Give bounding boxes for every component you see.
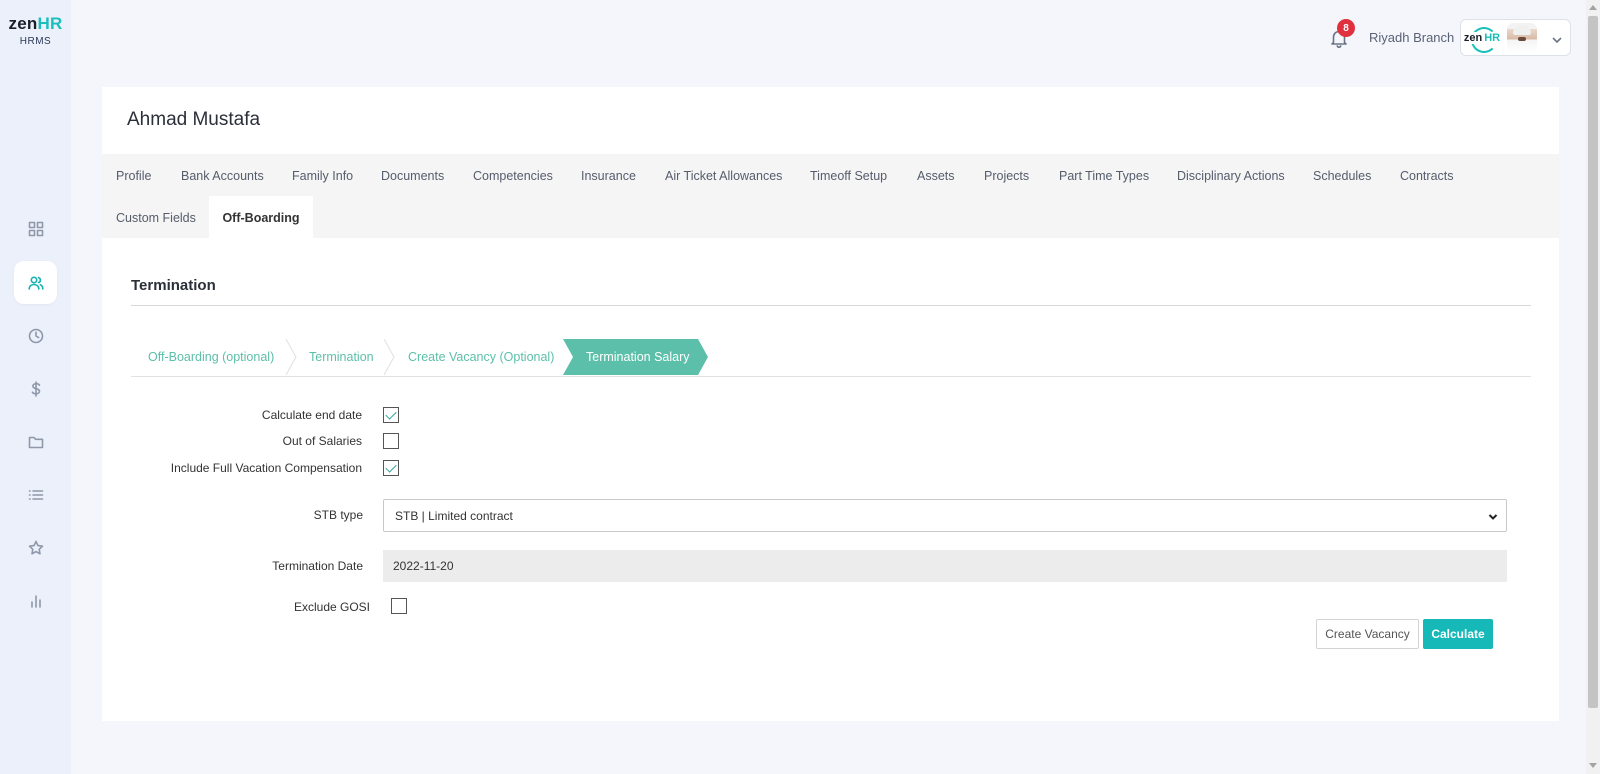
tab-off-boarding[interactable]: Off-Boarding [209, 196, 313, 238]
calculate-end-date-checkbox[interactable] [383, 407, 399, 423]
star-icon [28, 540, 43, 555]
tab-documents[interactable]: Documents [381, 169, 444, 183]
stb-type-value: STB | Limited contract [395, 508, 513, 523]
tab-air-ticket-allowances[interactable]: Air Ticket Allowances [665, 169, 782, 183]
tab-competencies[interactable]: Competencies [473, 169, 553, 183]
dollar-icon [31, 380, 40, 397]
sidebar-item-payroll[interactable] [14, 367, 57, 410]
company-logo-accent: HR [1483, 31, 1502, 44]
wizard-step-off-boarding[interactable]: Off-Boarding (optional) [148, 339, 274, 375]
sidebar-item-favorites[interactable] [14, 526, 57, 569]
wizard-step-create-vacancy[interactable]: Create Vacancy (Optional) [408, 339, 554, 375]
avatar [1507, 22, 1537, 53]
offboarding-wizard: Off-Boarding (optional) Termination Crea… [131, 338, 1531, 376]
chevron-down-icon [1488, 511, 1498, 521]
create-vacancy-button[interactable]: Create Vacancy [1316, 619, 1419, 649]
users-icon [27, 275, 44, 290]
folder-icon [28, 436, 43, 448]
out-of-salaries-checkbox[interactable] [383, 433, 399, 449]
include-full-vacation-label: Include Full Vacation Compensation [170, 461, 362, 475]
scrollbar-thumb[interactable] [1588, 16, 1598, 708]
scroll-down-arrow-icon[interactable] [1589, 763, 1597, 768]
dashboard-icon [28, 221, 43, 236]
chevron-down-icon [1551, 33, 1562, 43]
tab-family-info[interactable]: Family Info [292, 169, 353, 183]
page-scrollbar[interactable] [1586, 0, 1600, 774]
brand-logo[interactable]: zenHR HRMS [0, 14, 71, 47]
section-title: Termination [131, 277, 216, 294]
calculate-end-date-label: Calculate end date [261, 408, 362, 422]
sidebar-item-documents[interactable] [14, 420, 57, 463]
wizard-step-termination[interactable]: Termination [309, 339, 374, 375]
bar-chart-icon [30, 594, 41, 608]
section-divider [131, 305, 1531, 306]
scroll-up-arrow-icon[interactable] [1589, 5, 1597, 10]
calculate-button[interactable]: Calculate [1423, 619, 1493, 649]
employee-card: Ahmad Mustafa Profile Bank Accounts Fami… [102, 87, 1559, 721]
tab-timeoff-setup[interactable]: Timeoff Setup [810, 169, 887, 183]
notification-badge: 8 [1337, 19, 1355, 37]
clock-icon [28, 328, 43, 343]
tab-part-time-types[interactable]: Part Time Types [1059, 169, 1149, 183]
exclude-gosi-checkbox[interactable] [391, 598, 407, 614]
wizard-step-termination-salary[interactable]: Termination Salary [563, 339, 708, 375]
sidebar-item-employees[interactable] [14, 261, 57, 304]
tab-disciplinary-actions[interactable]: Disciplinary Actions [1177, 169, 1285, 183]
tab-projects[interactable]: Projects [984, 169, 1029, 183]
employee-name: Ahmad Mustafa [127, 109, 261, 130]
tab-custom-fields[interactable]: Custom Fields [116, 211, 196, 225]
sidebar-item-lists[interactable] [14, 473, 57, 516]
tab-insurance[interactable]: Insurance [581, 169, 636, 183]
sidebar-item-attendance[interactable] [14, 314, 57, 357]
tab-contracts[interactable]: Contracts [1400, 169, 1454, 183]
include-full-vacation-checkbox[interactable] [383, 460, 399, 476]
logo-word-accent: HR [37, 14, 63, 33]
branch-name[interactable]: Riyadh Branch [1369, 30, 1454, 45]
wizard-separator [383, 338, 395, 376]
tab-assets[interactable]: Assets [917, 169, 955, 183]
tab-profile[interactable]: Profile [116, 169, 151, 183]
wizard-separator [285, 338, 297, 376]
logo-subtitle: HRMS [19, 36, 52, 47]
logo-word-main: zen [8, 14, 38, 33]
company-logo: zen HR [1461, 25, 1503, 53]
exclude-gosi-label: Exclude GOSI [293, 600, 370, 614]
tab-schedules[interactable]: Schedules [1313, 169, 1371, 183]
sidebar-item-reports[interactable] [14, 579, 57, 622]
employee-tabs: Profile Bank Accounts Family Info Docume… [102, 154, 1559, 238]
stb-type-label: STB type [313, 508, 363, 522]
tab-bank-accounts[interactable]: Bank Accounts [181, 169, 264, 183]
termination-date-field[interactable]: 2022-11-20 [383, 550, 1507, 582]
sidebar-item-dashboard[interactable] [14, 207, 57, 250]
stb-type-select[interactable]: STB | Limited contract [383, 499, 1507, 532]
sidebar: zenHR HRMS [0, 0, 71, 774]
out-of-salaries-label: Out of Salaries [282, 434, 362, 448]
company-logo-main: zen [1462, 31, 1484, 44]
wizard-divider [131, 376, 1531, 377]
user-menu[interactable]: zen HR [1460, 19, 1571, 56]
termination-date-label: Termination Date [272, 559, 363, 573]
list-icon [28, 489, 43, 500]
